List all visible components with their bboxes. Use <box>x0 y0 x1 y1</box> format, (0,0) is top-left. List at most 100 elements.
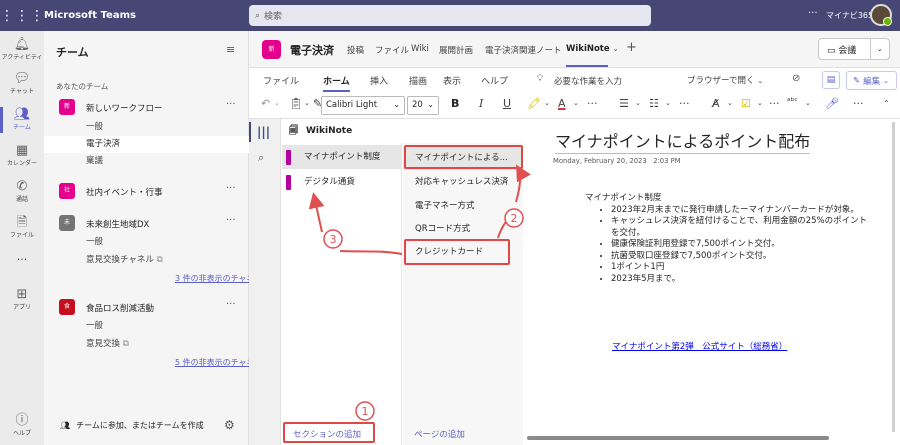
gear-icon[interactable]: ⚙ <box>224 418 235 432</box>
more-icon[interactable]: ··· <box>679 97 690 110</box>
tab-notes[interactable]: 電子決済関連ノート <box>485 44 562 56</box>
notebook-title[interactable]: 🗐︎ WikiNote <box>283 119 523 143</box>
ribbon-tab-view[interactable]: 表示 <box>443 74 461 87</box>
edit-button[interactable]: ✎ 編集 ⌄ <box>846 71 897 90</box>
page-item[interactable]: QRコード方式 <box>403 217 523 241</box>
tab-wiki[interactable]: Wiki <box>411 44 429 54</box>
channel-item[interactable]: 一般 <box>44 119 249 136</box>
more-icon[interactable]: ··· <box>226 299 236 310</box>
highlight-icon[interactable]: 🖍︎ <box>527 97 541 110</box>
tell-me-input[interactable]: 必要な作業を入力 <box>554 75 622 87</box>
vertical-scrollbar[interactable] <box>892 122 895 432</box>
bold-icon[interactable]: B <box>451 97 459 110</box>
team-name: 社内イベント・行事 <box>86 188 163 198</box>
catch-up-icon[interactable]: ⊘ <box>792 73 800 84</box>
chevron-down-icon[interactable]: ⌄ <box>274 99 280 107</box>
search-icon: ⌕ <box>255 10 261 21</box>
chevron-down-icon[interactable]: ⌄ <box>805 99 811 107</box>
chevron-down-icon[interactable]: ⌄ <box>869 39 889 59</box>
rail-activity[interactable]: 🔔︎ アクティビティ <box>0 37 44 61</box>
add-page-button[interactable]: ページの追加 <box>414 428 465 440</box>
more-icon[interactable]: ··· <box>226 183 236 194</box>
search-input[interactable]: ⌕ 検索 <box>249 5 651 26</box>
chevron-down-icon[interactable]: ⌄ <box>727 99 733 107</box>
section-item[interactable]: デジタル通貨 <box>282 170 402 194</box>
channel-item[interactable]: 意見交換チャネル ⧉ <box>44 252 249 269</box>
rail-calls[interactable]: ✆ 通話 <box>0 179 44 203</box>
font-color-icon[interactable]: A <box>558 97 566 110</box>
horizontal-scrollbar[interactable] <box>527 436 829 440</box>
chevron-down-icon[interactable]: ⌄ <box>573 99 579 107</box>
tab-posts[interactable]: 投稿 <box>347 44 364 56</box>
rail-teams[interactable]: 👥︎ チーム <box>0 107 44 133</box>
tab-deploy-plan[interactable]: 展開計画 <box>439 44 473 56</box>
more-icon[interactable]: ··· <box>226 99 236 110</box>
undo-icon[interactable]: ↶ <box>261 97 270 110</box>
video-icon: ▭ <box>827 45 836 56</box>
team-row[interactable]: 未 未来創生地域DX ··· <box>44 213 249 233</box>
page-canvas[interactable]: マイナポイントによるポイント配布 Monday, February 20, 20… <box>523 119 900 445</box>
styles-icon[interactable]: A̸ <box>712 97 720 110</box>
more-options-icon[interactable]: ··· <box>808 8 818 19</box>
rail-apps[interactable]: ⊞ アプリ <box>0 287 44 311</box>
spelling-icon[interactable]: ᵃᵇᶜ <box>787 97 798 107</box>
channel-item[interactable]: 一般 <box>44 234 249 251</box>
tab-files[interactable]: ファイル <box>375 44 409 56</box>
ribbon-tab-help[interactable]: ヘルプ <box>481 74 508 87</box>
page-item[interactable]: 対応キャッシュレス決済 <box>403 170 523 194</box>
rail-help[interactable]: ⓘ ヘルプ <box>0 413 44 437</box>
dictate-icon[interactable]: 🎤︎ <box>825 97 839 110</box>
avatar[interactable] <box>870 4 892 26</box>
comment-icon[interactable]: ▤ <box>822 71 840 89</box>
notebooks-icon[interactable]: ||| <box>248 122 270 142</box>
rail-more[interactable]: ··· <box>0 253 44 266</box>
numbered-list-icon[interactable]: ☷ <box>649 97 659 110</box>
chevron-down-icon[interactable]: ⌄ <box>757 99 763 107</box>
add-tab-icon[interactable]: + <box>626 40 637 55</box>
official-site-link[interactable]: マイナポイント第2弾 公式サイト（総務省） <box>612 340 787 352</box>
channel-item[interactable]: 一般 <box>44 318 249 335</box>
ribbon-tab-draw[interactable]: 描画 <box>409 74 427 87</box>
underline-icon[interactable]: U <box>503 97 511 110</box>
join-create-team[interactable]: 👥︎ チームに参加、またはチームを作成 <box>60 420 204 431</box>
channel-item-active[interactable]: 電子決済 <box>44 136 249 153</box>
chevron-down-icon[interactable]: ⌄ <box>304 99 310 107</box>
chevron-down-icon[interactable]: ⌄ <box>544 99 550 107</box>
rail-chat[interactable]: 💬︎ チャット <box>0 71 44 95</box>
tag-icon[interactable]: ☑ <box>741 97 751 110</box>
ribbon-tab-file[interactable]: ファイル <box>263 74 299 87</box>
font-size-select[interactable]: 20 ⌄ <box>407 96 439 115</box>
ribbon-tab-home[interactable]: ホーム <box>323 74 350 92</box>
tab-wikinote[interactable]: WikiNote ⌄ <box>566 44 618 67</box>
italic-icon[interactable]: I <box>479 97 483 110</box>
chevron-down-icon[interactable]: ⌄ <box>635 99 641 107</box>
search-icon[interactable]: ⌕ <box>258 151 264 165</box>
org-name[interactable]: マイナビ365 <box>826 10 873 21</box>
page-item[interactable]: 電子マネー方式 <box>403 194 523 218</box>
app-name: Microsoft Teams <box>44 10 136 21</box>
rail-calendar[interactable]: ▦ カレンダー <box>0 143 44 167</box>
rail-files[interactable]: 🗎︎ ファイル <box>0 215 44 239</box>
chevron-up-icon[interactable]: ⌃ <box>883 99 890 108</box>
chevron-down-icon[interactable]: ⌄ <box>665 99 671 107</box>
team-row[interactable]: 新 新しいワークフロー ··· <box>44 97 249 117</box>
more-icon[interactable]: ··· <box>769 97 780 110</box>
more-icon[interactable]: ··· <box>226 215 236 226</box>
meeting-button[interactable]: ▭ 会議 ⌄ <box>818 38 890 60</box>
team-row[interactable]: 社 社内イベント・行事 ··· <box>44 181 249 201</box>
page-content[interactable]: マイナポイント制度 2023年2月末までに発行申請したーマイナンバーカードが対象… <box>585 193 875 285</box>
paste-icon[interactable]: 📋︎ <box>289 97 303 110</box>
channel-item[interactable]: 意見交換 ⧉ <box>44 336 249 353</box>
filter-icon[interactable]: ≡ <box>226 43 235 56</box>
channel-item[interactable]: 稟議 <box>44 153 249 170</box>
section-item[interactable]: マイナポイント制度 <box>282 145 402 169</box>
more-icon[interactable]: ··· <box>587 97 598 110</box>
ribbon-tab-insert[interactable]: 挿入 <box>370 74 388 87</box>
app-launcher-icon[interactable]: ⋮⋮⋮ <box>0 9 44 23</box>
page-title[interactable]: マイナポイントによるポイント配布 <box>555 128 811 154</box>
team-row[interactable]: 食 食品ロス削減活動 ··· <box>44 297 249 317</box>
bullet-list-icon[interactable]: ☰ <box>619 97 629 110</box>
font-family-select[interactable]: Calibri Light ⌄ <box>321 96 405 115</box>
open-in-browser[interactable]: ブラウザーで開く ⌄ <box>687 74 763 86</box>
more-icon[interactable]: ··· <box>853 97 864 110</box>
